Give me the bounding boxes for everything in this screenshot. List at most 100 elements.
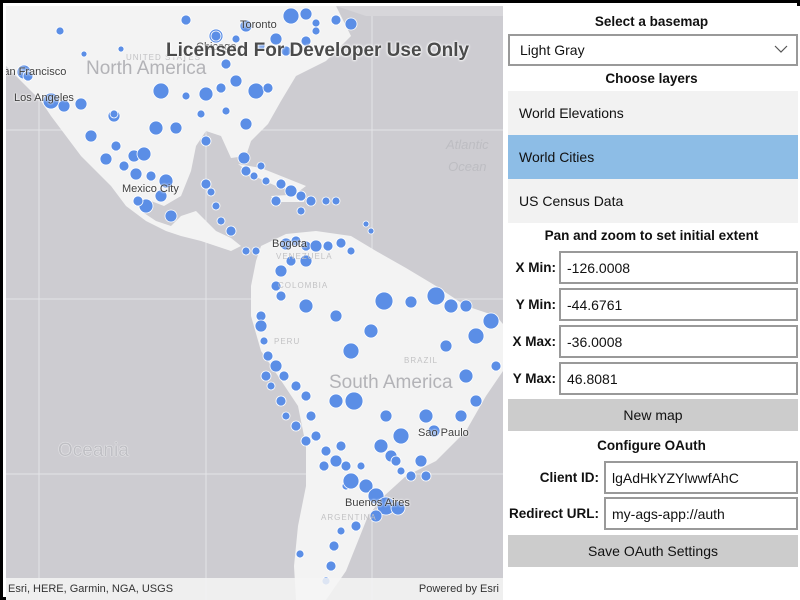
- city-dot: [278, 370, 290, 382]
- city-dot: [296, 206, 306, 216]
- city-dot: [282, 7, 300, 25]
- city-dot: [454, 409, 468, 423]
- client-id-input[interactable]: lgAdHkYZYlwwfAhC: [604, 461, 798, 494]
- city-dot: [373, 438, 389, 454]
- city-dot: [298, 298, 314, 314]
- city-dot: [275, 290, 287, 302]
- save-oauth-settings-button[interactable]: Save OAuth Settings: [508, 535, 798, 567]
- city-dot: [396, 466, 406, 476]
- layer-item-world-cities[interactable]: World Cities: [508, 135, 798, 179]
- xmin-row: X Min: -126.0008: [508, 251, 798, 284]
- city-dot: [350, 520, 362, 532]
- city-dot: [216, 216, 226, 226]
- city-dot: [285, 255, 297, 267]
- xmax-row: X Max: -36.0008: [508, 325, 798, 358]
- city-dot: [420, 470, 432, 482]
- city-dot: [336, 526, 346, 536]
- city-dot: [154, 189, 168, 203]
- city-dot: [328, 540, 340, 552]
- ymin-input[interactable]: -44.6761: [559, 288, 798, 321]
- city-dot: [379, 409, 393, 423]
- city-dot: [136, 146, 152, 162]
- ymax-input[interactable]: 46.8081: [559, 362, 798, 395]
- layer-item-us-census-data[interactable]: US Census Data: [508, 179, 798, 223]
- land-northeast: [336, 6, 503, 16]
- redirect-url-row: Redirect URL: my-ags-app://auth: [508, 497, 798, 530]
- client-id-row: Client ID: lgAdHkYZYlwwfAhC: [508, 461, 798, 494]
- city-dot: [335, 440, 347, 452]
- city-dot: [117, 45, 125, 53]
- xmax-input[interactable]: -36.0008: [559, 325, 798, 358]
- layers-section-title: Choose layers: [605, 71, 698, 86]
- redirect-url-label: Redirect URL:: [508, 506, 599, 521]
- settings-panel: Select a basemap Light Gray Choose layer…: [503, 6, 800, 600]
- city-dot: [311, 26, 321, 36]
- city-dot: [225, 225, 237, 237]
- city-dot: [284, 184, 298, 198]
- powered-by-esri[interactable]: Powered by Esri: [419, 583, 499, 595]
- city-dot: [270, 195, 282, 207]
- city-dot: [414, 454, 428, 468]
- city-dot: [325, 560, 337, 572]
- city-dot: [110, 140, 122, 152]
- city-dot: [148, 120, 164, 136]
- city-dot: [180, 14, 192, 26]
- city-dot: [344, 391, 364, 411]
- city-dot: [482, 312, 500, 330]
- city-dot: [164, 209, 178, 223]
- layer-item-world-elevations[interactable]: World Elevations: [508, 91, 798, 135]
- city-dot: [356, 461, 366, 471]
- city-dot: [215, 82, 227, 94]
- city-dot: [367, 227, 375, 235]
- redirect-url-input[interactable]: my-ags-app://auth: [604, 497, 798, 530]
- city-dot: [262, 350, 274, 362]
- city-dot: [261, 176, 271, 186]
- city-dot: [169, 121, 183, 135]
- developer-license-watermark: Licensed For Developer Use Only: [166, 40, 470, 61]
- xmax-label: X Max:: [512, 334, 556, 349]
- city-dot: [290, 235, 302, 247]
- city-dot: [290, 420, 302, 432]
- attribution-text[interactable]: Esri, HERE, Garmin, NGA, USGS: [8, 583, 173, 595]
- city-dot: [329, 454, 343, 468]
- city-dot: [305, 195, 317, 207]
- city-dot: [275, 178, 287, 190]
- ymax-label: Y Max:: [512, 371, 556, 386]
- basemap-select[interactable]: Light Gray: [508, 34, 798, 66]
- city-dot: [443, 298, 459, 314]
- city-dot: [269, 359, 283, 373]
- city-dot: [259, 336, 269, 346]
- city-dot: [99, 152, 113, 166]
- city-dot: [330, 14, 342, 26]
- city-dot: [109, 109, 119, 119]
- city-dot: [152, 82, 170, 100]
- city-dot: [490, 360, 502, 372]
- city-dot: [290, 380, 302, 392]
- city-dot: [469, 394, 483, 408]
- city-dot: [331, 196, 341, 206]
- city-dot: [255, 310, 267, 322]
- city-dot: [390, 455, 402, 467]
- city-dot: [247, 82, 265, 100]
- layer-item-label: World Elevations: [519, 105, 624, 121]
- city-dot: [300, 390, 312, 402]
- city-dot: [74, 97, 88, 111]
- city-dot: [321, 196, 331, 206]
- city-dot: [344, 17, 358, 31]
- new-map-button[interactable]: New map: [508, 399, 798, 431]
- city-dot: [363, 323, 379, 339]
- city-dot: [392, 427, 410, 445]
- city-dot: [426, 286, 446, 306]
- city-dot: [132, 195, 144, 207]
- city-dot: [274, 264, 288, 278]
- xmin-input[interactable]: -126.0008: [559, 251, 798, 284]
- app-window: North America South America Oceania Atla…: [0, 0, 800, 600]
- city-dot: [270, 280, 282, 292]
- city-dot: [458, 368, 474, 384]
- basemap-selected-value: Light Gray: [520, 42, 585, 58]
- map-view[interactable]: North America South America Oceania Atla…: [6, 6, 503, 600]
- city-dot: [342, 472, 360, 490]
- city-dot: [427, 424, 441, 438]
- chevron-down-icon: [774, 45, 788, 53]
- city-dot: [467, 327, 485, 345]
